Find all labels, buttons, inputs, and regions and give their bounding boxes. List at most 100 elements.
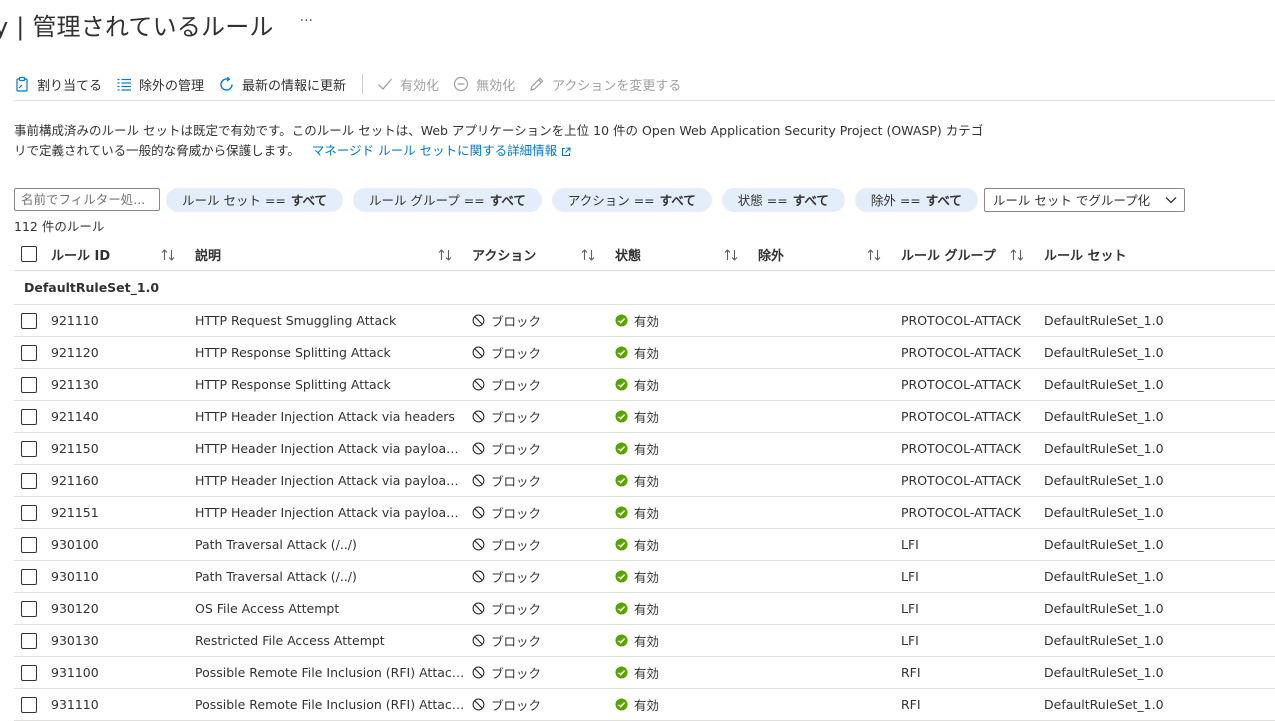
row-checkbox[interactable] — [21, 472, 37, 489]
filter-pill-status[interactable]: 状態 == すべて — [721, 187, 845, 212]
rule-status-cell: 有効 — [615, 369, 659, 400]
rule-set-cell: DefaultRuleSet_1.0 — [1044, 569, 1164, 584]
action-label: ブロック — [491, 346, 542, 361]
rule-description-cell: Path Traversal Attack (/../) — [195, 537, 357, 552]
rule-id-cell: 930130 — [51, 633, 99, 648]
learn-more-link[interactable]: マネージド ルール セットに関する詳細情報 — [312, 143, 571, 158]
column-header-status[interactable]: 状態 — [615, 238, 641, 270]
rule-action-cell: ブロック — [472, 433, 541, 464]
filter-pill-label: ルール セット == — [182, 193, 286, 208]
row-checkbox[interactable] — [21, 440, 37, 457]
filter-pill-action[interactable]: アクション == すべて — [551, 187, 712, 212]
sort-icon[interactable] — [437, 247, 453, 263]
assign-button[interactable]: 割り当てる — [14, 70, 102, 98]
sort-icon[interactable] — [160, 247, 176, 263]
rule-group-cell: LFI — [901, 601, 919, 616]
filter-pill-rule-group[interactable]: ルール グループ == すべて — [353, 187, 542, 212]
filter-pill-exclusion[interactable]: 除外 == すべて — [854, 187, 978, 212]
rule-group-cell: PROTOCOL-ATTACK — [901, 377, 1022, 392]
row-checkbox[interactable] — [21, 344, 37, 361]
table-row[interactable]: 921140 HTTP Header Injection Attack via h… — [14, 401, 1275, 433]
column-header-action[interactable]: アクション — [472, 238, 536, 270]
action-label: ブロック — [491, 314, 542, 329]
change-action-label: アクションを変更する — [552, 78, 682, 94]
row-checkbox[interactable] — [21, 376, 37, 393]
table-row[interactable]: 921160 HTTP Header Injection Attack via p… — [14, 465, 1275, 497]
column-header-rule-id[interactable]: ルール ID — [51, 238, 110, 270]
column-header-description[interactable]: 説明 — [195, 238, 221, 270]
table-row[interactable]: 921130 HTTP Response Splitting Attack ブロック… — [14, 369, 1275, 401]
select-all-checkbox[interactable] — [21, 246, 37, 262]
column-header-exclusion[interactable]: 除外 — [758, 238, 784, 270]
group-by-dropdown[interactable]: ルール セット でグループ化 — [983, 187, 1185, 212]
table-row[interactable]: 921151 HTTP Header Injection Attack via p… — [14, 497, 1275, 529]
disable-button[interactable]: 無効化 — [453, 70, 515, 98]
success-check-icon — [615, 410, 628, 423]
table-row[interactable]: 931100 Possible Remote File Inclusion (RF… — [14, 657, 1275, 689]
rule-action-cell: ブロック — [472, 657, 541, 688]
filter-bar: ルール セット == すべて ルール グループ == すべて アクション == すべて… — [14, 187, 1185, 212]
table-row[interactable]: 921110 HTTP Request Smuggling Attack ブロック 有… — [14, 305, 1275, 337]
status-label: 有効 — [634, 506, 660, 521]
row-checkbox[interactable] — [21, 696, 37, 713]
table-row[interactable]: 931110 Possible Remote File Inclusion (RF… — [14, 689, 1275, 721]
rule-id-cell: 930120 — [51, 601, 99, 616]
row-select-cell — [21, 465, 37, 496]
sort-icon[interactable] — [866, 247, 882, 263]
sort-icon[interactable] — [1009, 247, 1025, 263]
rules-table: ルール ID 説明 アクション 状態 除外 ルール グループ ルール セット D… — [14, 238, 1275, 721]
sort-icon[interactable] — [723, 247, 739, 263]
chevron-down-icon — [1165, 196, 1177, 203]
name-filter-input[interactable] — [14, 188, 160, 211]
row-checkbox[interactable] — [21, 504, 37, 521]
sort-icon[interactable] — [580, 247, 596, 263]
block-icon — [472, 634, 485, 647]
table-row[interactable]: 921120 HTTP Response Splitting Attack ブロック… — [14, 337, 1275, 369]
row-select-cell — [21, 369, 37, 400]
row-select-cell — [21, 561, 37, 592]
rule-set-cell: DefaultRuleSet_1.0 — [1044, 409, 1164, 424]
table-row[interactable]: 930110 Path Traversal Attack (/../) ブロック 有効… — [14, 561, 1275, 593]
block-icon — [472, 698, 485, 711]
table-row[interactable]: 930130 Restricted File Access Attempt ブロック… — [14, 625, 1275, 657]
rule-group-cell: PROTOCOL-ATTACK — [901, 505, 1022, 520]
rule-set-cell: DefaultRuleSet_1.0 — [1044, 505, 1164, 520]
row-checkbox[interactable] — [21, 408, 37, 425]
row-select-cell — [21, 433, 37, 464]
row-checkbox[interactable] — [21, 664, 37, 681]
column-header-rule-set[interactable]: ルール セット — [1044, 238, 1127, 270]
row-checkbox[interactable] — [21, 632, 37, 649]
rule-action-cell: ブロック — [472, 593, 541, 624]
action-label: ブロック — [491, 538, 542, 553]
rule-group-cell: PROTOCOL-ATTACK — [901, 473, 1022, 488]
rule-status-cell: 有効 — [615, 305, 659, 336]
column-header-rule-group[interactable]: ルール グループ — [901, 238, 996, 270]
rule-status-cell: 有効 — [615, 593, 659, 624]
success-check-icon — [615, 346, 628, 359]
table-row[interactable]: 930120 OS File Access Attempt ブロック 有効 LFI Def… — [14, 593, 1275, 625]
row-checkbox[interactable] — [21, 600, 37, 617]
rule-status-cell: 有効 — [615, 465, 659, 496]
manage-exclusions-button[interactable]: 除外の管理 — [116, 70, 204, 98]
status-label: 有効 — [634, 410, 660, 425]
table-row[interactable]: 930100 Path Traversal Attack (/../) ブロック 有効… — [14, 529, 1275, 561]
enable-button[interactable]: 有効化 — [377, 70, 439, 98]
more-options-button[interactable]: ··· — [300, 13, 313, 29]
rule-action-cell: ブロック — [472, 465, 541, 496]
row-checkbox[interactable] — [21, 568, 37, 585]
block-icon — [472, 314, 485, 327]
checkmark-icon — [378, 78, 393, 90]
refresh-button[interactable]: 最新の情報に更新 — [218, 70, 346, 98]
rule-status-cell: 有効 — [615, 337, 659, 368]
filter-pill-rule-set[interactable]: ルール セット == すべて — [166, 187, 344, 212]
table-row[interactable]: 921150 HTTP Header Injection Attack via p… — [14, 433, 1275, 465]
success-check-icon — [615, 666, 628, 679]
change-action-button[interactable]: アクションを変更する — [529, 70, 681, 98]
rule-description-cell: OS File Access Attempt — [195, 601, 340, 616]
row-select-cell — [21, 497, 37, 528]
filter-pill-label: 除外 == — [870, 193, 921, 208]
row-checkbox[interactable] — [21, 312, 37, 329]
row-checkbox[interactable] — [21, 536, 37, 553]
rule-group-cell: LFI — [901, 633, 919, 648]
column-label: 除外 — [758, 248, 785, 264]
